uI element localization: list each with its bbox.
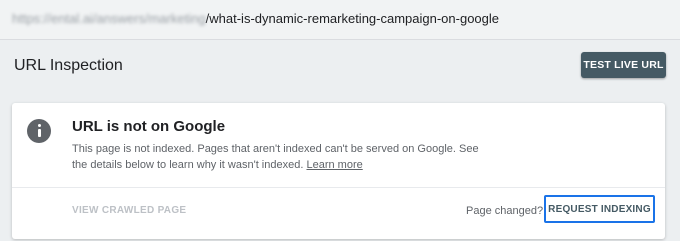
inspected-url: https://ental.ai/answers/marketing/what-… bbox=[12, 11, 499, 26]
index-status-card: URL is not on Google This page is not in… bbox=[12, 103, 665, 239]
status-description: This page is not indexed. Pages that are… bbox=[72, 141, 492, 173]
test-live-url-button[interactable]: TEST LIVE URL bbox=[581, 52, 666, 78]
url-bar: https://ental.ai/answers/marketing/what-… bbox=[0, 0, 680, 40]
info-icon bbox=[27, 119, 51, 143]
inspection-header: URL Inspection TEST LIVE URL bbox=[0, 41, 680, 99]
status-title: URL is not on Google bbox=[72, 118, 226, 135]
page-changed-label: Page changed? bbox=[466, 205, 544, 217]
status-description-text: This page is not indexed. Pages that are… bbox=[72, 143, 479, 171]
request-indexing-button[interactable]: REQUEST INDEXING bbox=[544, 195, 655, 223]
url-prefix-blurred: https://ental.ai/answers/marketing bbox=[12, 11, 206, 26]
page-title: URL Inspection bbox=[14, 57, 123, 74]
card-divider bbox=[12, 187, 665, 188]
view-crawled-page-button[interactable]: VIEW CRAWLED PAGE bbox=[72, 205, 186, 216]
learn-more-link[interactable]: Learn more bbox=[306, 159, 362, 171]
url-path: /what-is-dynamic-remarketing-campaign-on… bbox=[205, 11, 500, 26]
